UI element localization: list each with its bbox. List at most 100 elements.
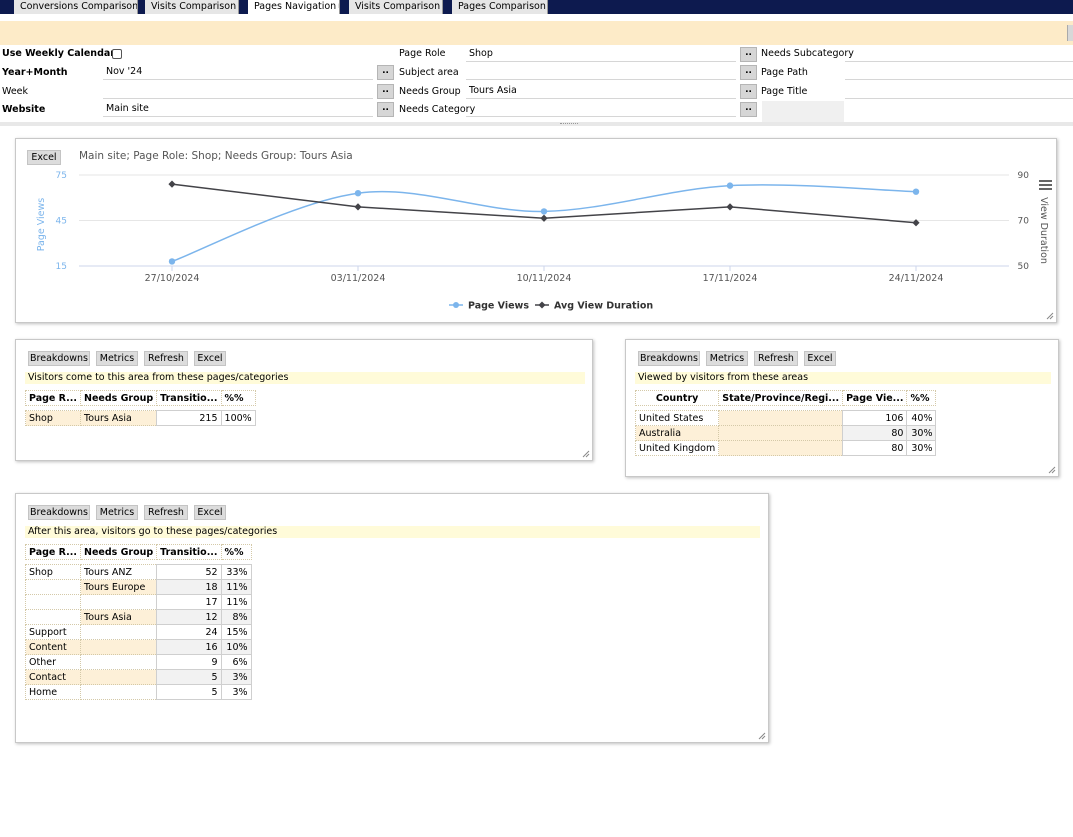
page-role-picker-button[interactable]: .. xyxy=(740,47,757,62)
table-row[interactable]: Australia 80 30% xyxy=(634,425,937,441)
table-cell[interactable]: Contact xyxy=(25,669,81,685)
table-cell[interactable]: 6% xyxy=(220,654,252,670)
table-cell[interactable] xyxy=(718,410,844,426)
table-row[interactable]: Shop Tours Asia 215 100% xyxy=(25,410,256,426)
table-cell[interactable]: Other xyxy=(25,654,81,670)
table-cell[interactable]: 30% xyxy=(906,440,937,456)
excel-button[interactable]: Excel xyxy=(194,351,226,366)
table-cell[interactable] xyxy=(79,684,158,700)
table-cell[interactable]: 5 xyxy=(156,669,222,685)
close-icon[interactable]: ⊠ xyxy=(238,2,239,10)
table-row[interactable]: Content 16 10% xyxy=(25,639,252,655)
needs-subcategory-field[interactable] xyxy=(845,46,1073,62)
table-cell[interactable] xyxy=(718,440,844,456)
table-cell[interactable]: 3% xyxy=(220,669,252,685)
table-cell[interactable]: United Kingdom xyxy=(634,440,720,456)
refresh-button[interactable]: Refresh xyxy=(144,505,188,520)
tab-visits-comparison[interactable]: Visits Comparison⊠ xyxy=(145,0,239,14)
metrics-button[interactable]: Metrics xyxy=(96,505,138,520)
table-cell[interactable]: Support xyxy=(25,624,81,640)
column-header[interactable]: Page Vie... xyxy=(842,390,908,406)
table-cell[interactable]: United States xyxy=(634,410,720,426)
table-cell[interactable]: Shop xyxy=(25,564,81,580)
table-cell[interactable]: 11% xyxy=(220,594,252,610)
needs-category-picker-button[interactable]: .. xyxy=(740,102,757,117)
table-cell[interactable]: Tours Asia xyxy=(79,410,158,426)
table-cell[interactable] xyxy=(25,609,81,625)
column-header[interactable]: Needs Group xyxy=(79,544,158,560)
table-cell[interactable]: 9 xyxy=(156,654,222,670)
table-cell[interactable]: Tours Asia xyxy=(79,609,158,625)
close-icon[interactable]: ⊠ xyxy=(442,2,443,10)
table-row[interactable]: United States 106 40% xyxy=(634,410,937,426)
column-header[interactable]: Transitio... xyxy=(156,544,222,560)
page-role-field[interactable]: Shop xyxy=(466,46,736,62)
banner-scroll-handle[interactable] xyxy=(1067,25,1073,41)
week-picker-button[interactable]: .. xyxy=(377,84,394,99)
table-cell[interactable]: Tours Europe xyxy=(79,579,158,595)
refresh-button[interactable]: Refresh xyxy=(754,351,798,366)
table-cell[interactable]: 11% xyxy=(220,579,252,595)
table-cell[interactable]: 8% xyxy=(220,609,252,625)
subject-area-picker-button[interactable]: .. xyxy=(740,65,757,80)
table-cell[interactable]: 80 xyxy=(842,440,908,456)
needs-group-picker-button[interactable]: .. xyxy=(740,84,757,99)
table-cell[interactable] xyxy=(79,594,158,610)
resize-handle-icon[interactable] xyxy=(758,732,766,740)
table-cell[interactable]: 15% xyxy=(220,624,252,640)
table-cell[interactable] xyxy=(718,425,844,441)
table-cell[interactable]: 16 xyxy=(156,639,222,655)
table-row[interactable]: Home 5 3% xyxy=(25,684,252,700)
table-row[interactable]: Tours Asia 12 8% xyxy=(25,609,252,625)
column-header[interactable]: Page R... xyxy=(25,390,81,406)
column-header[interactable]: %% xyxy=(220,390,256,406)
table-cell[interactable]: 80 xyxy=(842,425,908,441)
table-cell[interactable]: 30% xyxy=(906,425,937,441)
tab-pages-navigation[interactable]: Pages Navigation⊠ xyxy=(248,0,340,14)
use-weekly-calendar-checkbox[interactable] xyxy=(112,49,122,59)
breakdowns-button[interactable]: Breakdowns xyxy=(28,351,90,366)
column-header[interactable]: Country xyxy=(634,390,720,406)
table-row[interactable]: Support 24 15% xyxy=(25,624,252,640)
table-cell[interactable] xyxy=(25,594,81,610)
table-cell[interactable]: Content xyxy=(25,639,81,655)
table-cell[interactable] xyxy=(79,654,158,670)
column-header[interactable]: Transitio... xyxy=(156,390,222,406)
table-cell[interactable]: Shop xyxy=(25,410,81,426)
table-cell[interactable]: 33% xyxy=(220,564,252,580)
table-cell[interactable] xyxy=(25,579,81,595)
filter-splitter[interactable] xyxy=(0,122,1073,126)
table-cell[interactable]: 52 xyxy=(156,564,222,580)
excel-button[interactable]: Excel xyxy=(804,351,836,366)
table-cell[interactable]: 12 xyxy=(156,609,222,625)
column-header[interactable]: %% xyxy=(906,390,937,406)
tab-pages-comparison[interactable]: Pages Comparison⊠ xyxy=(452,0,548,14)
excel-button[interactable]: Excel xyxy=(194,505,226,520)
column-header[interactable]: Needs Group xyxy=(79,390,158,406)
table-cell[interactable]: 24 xyxy=(156,624,222,640)
resize-handle-icon[interactable] xyxy=(1046,312,1054,320)
breakdowns-button[interactable]: Breakdowns xyxy=(28,505,90,520)
needs-group-field[interactable]: Tours Asia xyxy=(466,83,736,99)
table-cell[interactable]: 10% xyxy=(220,639,252,655)
table-cell[interactable]: 215 xyxy=(156,410,222,426)
table-cell[interactable]: Tours ANZ xyxy=(79,564,158,580)
table-row[interactable]: Shop Tours ANZ 52 33% xyxy=(25,564,252,580)
website-field[interactable]: Main site xyxy=(103,101,373,117)
breakdowns-button[interactable]: Breakdowns xyxy=(638,351,700,366)
page-title-field[interactable] xyxy=(845,83,1073,99)
table-cell[interactable]: Home xyxy=(25,684,81,700)
subject-area-field[interactable] xyxy=(466,64,736,80)
table-cell[interactable]: 106 xyxy=(842,410,908,426)
table-row[interactable]: Contact 5 3% xyxy=(25,669,252,685)
column-header[interactable]: State/Province/Regi... xyxy=(718,390,844,406)
website-picker-button[interactable]: .. xyxy=(377,102,394,117)
refresh-button[interactable]: Refresh xyxy=(144,351,188,366)
resize-handle-icon[interactable] xyxy=(1048,466,1056,474)
splitter-grip-icon[interactable] xyxy=(560,123,578,126)
table-row[interactable]: Tours Europe 18 11% xyxy=(25,579,252,595)
tab-conversions-comparison[interactable]: Conversions Comparison⊠ xyxy=(14,0,138,14)
metrics-button[interactable]: Metrics xyxy=(96,351,138,366)
column-header[interactable]: %% xyxy=(220,544,252,560)
resize-handle-icon[interactable] xyxy=(582,450,590,458)
